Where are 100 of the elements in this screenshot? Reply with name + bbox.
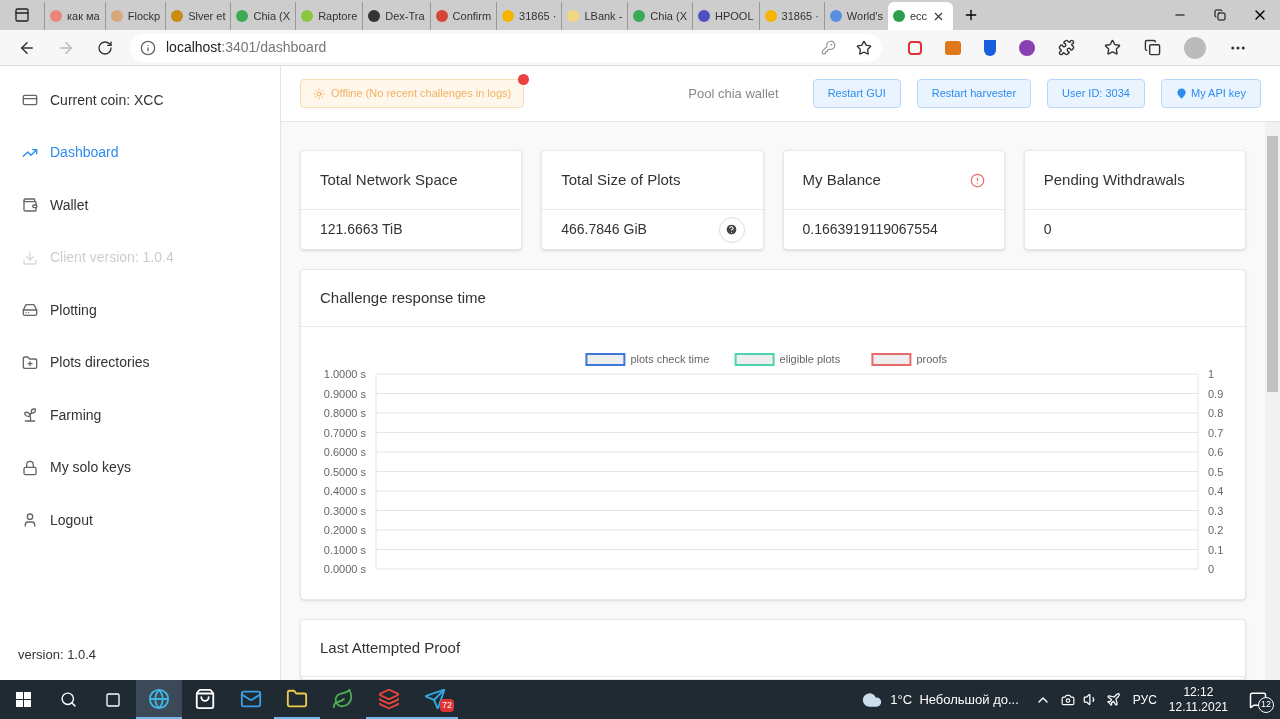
user-icon [22,512,38,529]
extension-icon[interactable] [1019,39,1035,56]
tab-title: Raptore [318,8,358,24]
tab-actions-icon[interactable] [14,7,30,23]
axis-tick-label: 0.0000 s [323,563,366,575]
axis-tick-label: 0.7 [1208,426,1224,439]
axis-tick-label: 0.2 [1208,524,1224,536]
stat-value: 466.7846 GiB [561,220,647,239]
address-bar[interactable]: localhost:3401/dashboard [130,33,882,62]
tab-title: Slver et [188,8,226,24]
sidebar-item[interactable]: Logout [22,494,280,547]
axis-tick-label: 0.2000 s [323,524,366,536]
sprout-icon [22,407,38,424]
card-title: Last Attempted Proof [320,637,461,658]
url-text: localhost:3401/dashboard [166,38,328,57]
tab-title: LBank - [584,8,623,24]
sun-icon [313,87,325,100]
favorite-icon[interactable] [856,39,872,56]
download-icon [22,249,38,266]
axis-tick-label: 0.1 [1208,543,1224,556]
key-icon[interactable] [821,40,836,55]
leaf-icon [332,687,354,710]
card-title: Challenge response time [320,287,486,308]
weather-text[interactable]: 1°C Небольшой до... [890,689,1019,710]
legend-label: proofs [916,353,947,365]
tab-title: World's [846,8,883,24]
axis-tick-label: 0.4 [1208,485,1224,497]
stat-value: 0 [1043,220,1052,239]
sidebar-item[interactable]: Plots directories [22,336,280,389]
taskbar-app[interactable]: 72 [412,680,458,719]
camera-icon[interactable] [1060,692,1075,707]
sidebar-item[interactable]: My solo keys [22,441,280,494]
axis-tick-label: 0.1000 s [323,543,366,556]
task-view-icon[interactable] [105,691,121,708]
tab-title: HPOOL [715,8,754,24]
wallet-icon [22,197,38,214]
lock-icon [22,459,38,476]
sidebar-item[interactable]: Wallet [22,179,280,232]
stat-title: Total Size of Plots [561,169,681,190]
extension-icon[interactable] [908,40,922,55]
axis-tick-label: 0.4000 s [323,485,366,497]
drive-icon [22,302,38,319]
axis-tick-label: 0.9000 s [323,387,366,400]
status-text: Offline (No recent challenges in logs) [331,86,512,102]
favorites-icon[interactable] [1104,39,1121,56]
unread-badge: 72 [440,698,454,712]
warning-icon [969,172,985,188]
tab-title: Chia (X [253,8,291,24]
axis-tick-label: 0.3000 s [323,504,366,517]
tab-title: 31865 · [519,8,557,24]
plane-icon[interactable] [1105,692,1121,707]
tab-title: как ма [67,8,100,24]
stat-value: 0.1663919119067554 [802,220,938,239]
axis-tick-label: 0.3 [1208,504,1224,517]
folder-icon [286,687,308,710]
tab-title: Flockp [127,8,161,24]
axis-tick-label: 0.9 [1208,387,1224,400]
shield-extension-icon[interactable] [984,39,996,56]
windows-start-icon[interactable] [15,692,31,707]
info-icon [140,39,156,56]
axis-tick-label: 0.8000 s [323,407,366,419]
notification-count: 12 [1258,697,1274,713]
language-indicator[interactable]: РУС [1132,690,1157,709]
extensions-icon[interactable] [1058,39,1075,56]
axis-tick-label: 0.8 [1208,407,1224,419]
axis-tick-label: 0.6000 s [323,446,366,458]
stat-title: My Balance [802,169,881,190]
axis-tick-label: 0.7000 s [323,426,366,439]
axis-tick-label: 1.0000 s [323,368,366,380]
axis-tick-label: 0.6 [1208,446,1224,458]
stat-title: Total Network Space [320,169,458,190]
restore-icon[interactable] [1214,9,1226,21]
sidebar-item[interactable]: Current coin: XCC [22,74,280,127]
clock-time[interactable]: 12:12 [1183,684,1214,700]
tab-title: ecc [910,8,928,24]
bag-icon [194,687,216,710]
tab-title: Confirm [452,8,492,24]
axis-tick-label: 0.5000 s [323,465,366,478]
search-icon[interactable] [59,691,77,708]
sidebar-item[interactable]: Plotting [22,284,280,337]
collections-icon[interactable] [1144,39,1161,56]
sidebar-item[interactable]: Farming [22,389,280,442]
tab-title: Dex-Tra [385,8,425,24]
legend-label: eligible plots [779,353,841,365]
stat-title: Pending Withdrawals [1043,169,1185,190]
axis-tick-label: 1 [1208,368,1215,380]
globe-icon [148,687,170,710]
fox-extension-icon[interactable] [945,40,961,55]
reload-icon[interactable] [97,39,113,56]
tab-title: 31865 · [781,8,819,24]
stat-value: 121.6663 TiB [320,220,403,239]
clock-date[interactable]: 12.11.2021 [1168,699,1228,715]
axis-tick-label: 0 [1208,563,1215,575]
scrollbar[interactable] [1265,122,1280,680]
folder-icon [22,354,38,371]
browser-tab[interactable]: ecc [888,2,954,30]
legend-label: plots check time [630,353,710,365]
version-label: version: 1.0.4 [18,645,98,664]
axis-tick-label: 0.5 [1208,465,1224,478]
sidebar-item[interactable]: Dashboard [22,126,280,179]
